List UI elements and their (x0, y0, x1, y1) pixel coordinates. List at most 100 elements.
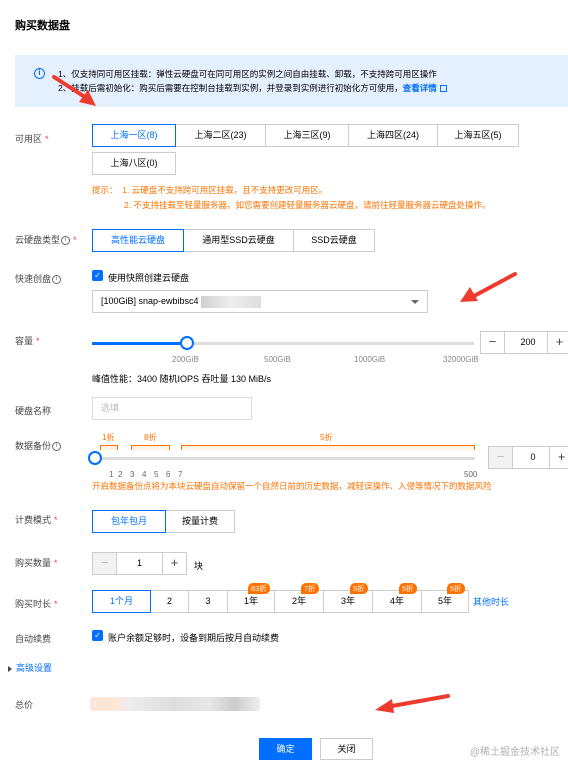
close-button[interactable]: 关闭 (320, 738, 373, 760)
chevron-down-icon (411, 300, 419, 304)
duration-option-3[interactable]: 3 (188, 590, 228, 613)
backup-tick: 6 (166, 470, 171, 479)
quantity-unit: 块 (194, 561, 204, 571)
zone-tip-1: 提示： 1. 云硬盘不支持跨可用区挂载，且不支持更改可用区。 (92, 184, 327, 196)
quantity-label: 购买数量 * (15, 558, 58, 568)
watermark: @稀土掘金技术社区 (469, 747, 560, 758)
disk-name-label: 硬盘名称 (15, 406, 52, 416)
info-icon: i (34, 68, 45, 79)
zone-tip-1-text: 1. 云硬盘不支持跨可用区挂载，且不支持更改可用区。 (122, 185, 328, 195)
zone-tip-prefix: 提示： (92, 185, 118, 195)
snapshot-checkbox[interactable]: ✓ (92, 270, 103, 281)
capacity-label-text: 容量 (15, 336, 34, 346)
minus-icon[interactable]: − (93, 553, 117, 574)
discount-badge: 7折 (301, 583, 319, 594)
snapshot-label-text: 快速创盘 (15, 274, 52, 284)
billing-option-monthly[interactable]: 包年包月 (92, 510, 166, 533)
billing-label: 计费模式 * (15, 515, 58, 525)
zone-option-3[interactable]: 上海三区(9) (265, 124, 349, 147)
snapshot-label: 快速创盘 i (15, 272, 62, 285)
discount-badge: 83折 (248, 583, 270, 594)
notice-line-1: 1、仅支持同可用区挂载：弹性云硬盘可在同可用区的实例之间自由挂载、卸载，不支持跨… (58, 69, 437, 79)
annotation-arrow (375, 694, 450, 713)
duration-label: 购买时长 * (15, 599, 58, 609)
billing-label-text: 计费模式 (15, 515, 52, 525)
annotation-arrow (460, 272, 517, 302)
plus-icon[interactable]: + (549, 447, 568, 468)
quantity-stepper[interactable]: − 1 + (92, 552, 187, 575)
disk-type-option-ssd[interactable]: SSD云硬盘 (293, 229, 375, 252)
disk-type-option-general-ssd[interactable]: 通用型SSD云硬盘 (183, 229, 294, 252)
duration-option-3-year[interactable]: 3年 (323, 590, 373, 613)
zone-option-4[interactable]: 上海四区(24) (348, 124, 438, 147)
zone-option-2[interactable]: 上海二区(23) (175, 124, 266, 147)
duration-option-2[interactable]: 2 (150, 590, 189, 613)
disk-name-input[interactable]: 选填 (92, 397, 252, 420)
zone-option-5[interactable]: 上海五区(5) (437, 124, 519, 147)
backup-hint: 开启数据备份点将为本块云硬盘自动保留一个自然日前的历史数据，减轻误操作、入侵等情… (92, 481, 492, 491)
quantity-value[interactable]: 1 (117, 553, 162, 574)
zone-option-6[interactable]: 上海八区(0) (92, 152, 176, 175)
advanced-settings-toggle[interactable]: 高级设置 (8, 661, 52, 674)
backup-discount-1: 1折 (102, 433, 115, 442)
help-icon[interactable]: i (61, 236, 71, 246)
other-duration-link[interactable]: 其他时长 (473, 595, 509, 608)
external-link-icon (439, 85, 447, 93)
plus-icon[interactable]: + (162, 553, 186, 574)
redacted-price (90, 697, 260, 711)
duration-label-text: 购买时长 (15, 599, 52, 609)
backup-range-1 (100, 445, 118, 450)
snapshot-select-value: [100GiB] snap-ewbibsc4 (101, 296, 199, 306)
notice-line-2-text: 2、挂载后需初始化：购买后需要在控制台挂载到实例，并登录到实例进行初始化方可使用… (58, 83, 403, 93)
advanced-settings-label: 高级设置 (16, 663, 53, 673)
backup-slider-track[interactable] (95, 457, 475, 460)
duration-option-2-year[interactable]: 2年 (274, 590, 324, 613)
billing-option-pay-as-you-go[interactable]: 按量计费 (165, 510, 235, 533)
backup-value[interactable]: 0 (513, 447, 553, 468)
backup-slider-handle[interactable] (88, 451, 102, 465)
confirm-button[interactable]: 确定 (259, 738, 312, 760)
discount-badge: 5折 (447, 583, 465, 594)
snapshot-checkbox-label: 使用快照创建云硬盘 (108, 273, 190, 283)
minus-icon[interactable]: − (489, 447, 513, 468)
quantity-label-text: 购买数量 (15, 558, 52, 568)
capacity-slider-handle[interactable] (180, 336, 194, 350)
plus-icon[interactable]: + (547, 332, 568, 353)
notice-line-2: 2、挂载后需初始化：购买后需要在控制台挂载到实例，并登录到实例进行初始化方可使用… (58, 82, 447, 94)
capacity-tick: 500GiB (264, 355, 291, 364)
duration-option-1-month[interactable]: 1个月 (92, 590, 151, 613)
total-label: 总价 (15, 700, 34, 710)
auto-renew-checkbox[interactable]: ✓ (92, 630, 103, 641)
duration-option-4-year[interactable]: 4年 (372, 590, 422, 613)
minus-icon[interactable]: − (481, 332, 505, 353)
capacity-tick: 32000GiB (443, 355, 479, 364)
capacity-performance: 峰值性能：3400 随机IOPS 吞吐量 130 MiB/s (92, 374, 272, 384)
auto-renew-label: 自动续费 (15, 634, 52, 644)
zone-label-text: 可用区 (15, 134, 43, 144)
backup-tick: 2 (118, 470, 123, 479)
backup-label-text: 数据备份 (15, 441, 52, 451)
backup-tick: 4 (142, 470, 147, 479)
capacity-slider-fill (92, 342, 188, 345)
disk-type-option-premium[interactable]: 高性能云硬盘 (92, 229, 184, 252)
backup-discount-2: 8折 (144, 433, 157, 442)
snapshot-select[interactable]: [100GiB] snap-ewbibsc4 (92, 290, 428, 313)
backup-tick: 7 (178, 470, 183, 479)
notice-detail-link[interactable]: 查看详情 (403, 83, 437, 93)
backup-discount-3: 5折 (320, 433, 333, 442)
capacity-stepper[interactable]: − 200 + (480, 331, 568, 354)
redacted-area (200, 295, 261, 308)
capacity-value[interactable]: 200 (505, 332, 551, 353)
help-icon[interactable]: i (52, 442, 62, 452)
zone-label: 可用区 * (15, 134, 49, 144)
capacity-label: 容量 * (15, 336, 40, 346)
disk-type-label: 云硬盘类型 i * (15, 235, 77, 246)
capacity-tick: 1000GiB (354, 355, 386, 364)
help-icon[interactable]: i (52, 275, 62, 285)
capacity-tick: 200GiB (172, 355, 199, 364)
backup-tick: 1 (109, 470, 114, 479)
zone-option-1[interactable]: 上海一区(8) (92, 124, 176, 147)
backup-stepper[interactable]: − 0 + (488, 446, 568, 469)
backup-tick: 3 (130, 470, 135, 479)
caret-right-icon (8, 665, 12, 672)
